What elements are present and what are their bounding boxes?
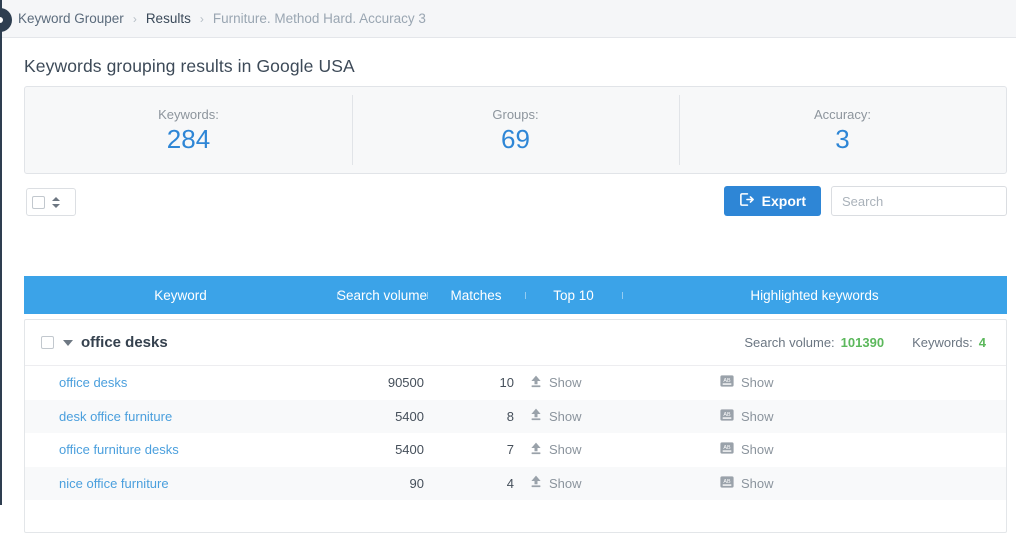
svg-text:AB: AB xyxy=(723,412,731,418)
export-button-label: Export xyxy=(762,193,806,209)
page-title: Keywords grouping results in Google USA xyxy=(2,38,1016,77)
cell-highlighted-keywords: AB Show xyxy=(623,409,1006,424)
highlighted-show-label: Show xyxy=(741,375,774,390)
table-toolbar: Export xyxy=(24,186,1007,230)
cell-keyword[interactable]: desk office furniture xyxy=(25,409,338,424)
search-input[interactable] xyxy=(831,186,1007,216)
table-row[interactable]: office desks 90500 10 Show xyxy=(25,366,1006,400)
highlighted-show-link[interactable]: AB Show xyxy=(720,476,774,491)
svg-text:AB: AB xyxy=(723,378,731,384)
cell-search-volume: 90 xyxy=(338,476,428,491)
cell-keyword[interactable]: office desks xyxy=(25,375,338,390)
table-row[interactable]: desk office furniture 5400 8 Show xyxy=(25,400,1006,434)
top10-show-link[interactable]: Show xyxy=(530,442,582,458)
breadcrumb-item-results[interactable]: Results xyxy=(146,11,191,26)
svg-text:AB: AB xyxy=(723,445,731,451)
upload-icon xyxy=(530,408,542,424)
summary-value-accuracy: 3 xyxy=(835,125,849,154)
checkbox-icon[interactable] xyxy=(41,336,54,349)
highlighted-show-label: Show xyxy=(741,476,774,491)
group-stats: Search volume: 101390 Keywords: 4 xyxy=(744,335,986,350)
cell-matches: 4 xyxy=(428,476,526,491)
group-search-volume: Search volume: 101390 xyxy=(744,335,884,350)
ab-keyboard-icon: AB xyxy=(720,375,734,390)
caret-down-icon[interactable] xyxy=(63,340,73,346)
group-keywords-count: Keywords: 4 xyxy=(912,335,986,350)
upload-icon xyxy=(530,442,542,458)
column-header-highlighted-keywords[interactable]: Highlighted keywords xyxy=(622,288,1007,303)
group-search-volume-value: 101390 xyxy=(841,335,884,350)
breadcrumb: Keyword Grouper › Results › Furniture. M… xyxy=(2,0,1016,38)
cell-top10: Show xyxy=(526,375,623,391)
cell-highlighted-keywords: AB Show xyxy=(623,476,1006,491)
breadcrumb-item-current: Furniture. Method Hard. Accuracy 3 xyxy=(213,11,426,26)
select-all-dropdown[interactable] xyxy=(26,188,76,216)
cell-highlighted-keywords: AB Show xyxy=(623,442,1006,457)
group-panel: office desks Search volume: 101390 Keywor… xyxy=(24,319,1007,533)
breadcrumb-separator-icon: › xyxy=(200,12,204,26)
group-header-row: office desks Search volume: 101390 Keywor… xyxy=(25,320,1006,366)
column-header-keyword[interactable]: Keyword xyxy=(24,288,337,303)
summary-label-keywords: Keywords: xyxy=(158,107,219,122)
highlighted-show-link[interactable]: AB Show xyxy=(720,442,774,457)
top10-show-link[interactable]: Show xyxy=(530,375,582,391)
table-row[interactable]: nice office furniture 90 4 Show xyxy=(25,467,1006,501)
cell-matches: 8 xyxy=(428,409,526,424)
cell-keyword[interactable]: office furniture desks xyxy=(25,442,338,457)
highlighted-show-link[interactable]: AB Show xyxy=(720,375,774,390)
top10-show-link[interactable]: Show xyxy=(530,475,582,491)
summary-label-accuracy: Accuracy: xyxy=(814,107,871,122)
column-header-matches[interactable]: Matches xyxy=(427,288,525,303)
top10-show-label: Show xyxy=(549,442,582,457)
highlighted-show-link[interactable]: AB Show xyxy=(720,409,774,424)
checkbox-icon[interactable] xyxy=(32,196,45,209)
group-keywords-value: 4 xyxy=(979,335,986,350)
cell-top10: Show xyxy=(526,442,623,458)
breadcrumb-separator-icon: › xyxy=(133,12,137,26)
summary-label-groups: Groups: xyxy=(492,107,538,122)
highlighted-show-label: Show xyxy=(741,442,774,457)
top10-show-label: Show xyxy=(549,409,582,424)
breadcrumb-item-keyword-grouper[interactable]: Keyword Grouper xyxy=(18,11,124,26)
summary-cell-groups: Groups: 69 xyxy=(352,87,679,173)
cell-highlighted-keywords: AB Show xyxy=(623,375,1006,390)
svg-text:AB: AB xyxy=(723,479,731,485)
export-button[interactable]: Export xyxy=(724,186,821,216)
left-sidebar-edge xyxy=(0,0,2,505)
summary-panel: Keywords: 284 Groups: 69 Accuracy: 3 xyxy=(24,86,1007,174)
column-header-top10[interactable]: Top 10 xyxy=(525,288,622,303)
spinner-icon[interactable] xyxy=(50,197,62,208)
top10-show-label: Show xyxy=(549,476,582,491)
table-header-row: Keyword Search volume Matches Top 10 Hig… xyxy=(24,276,1007,314)
ab-keyboard-icon: AB xyxy=(720,476,734,491)
upload-icon xyxy=(530,375,542,391)
summary-cell-keywords: Keywords: 284 xyxy=(25,87,352,173)
ab-keyboard-icon: AB xyxy=(720,409,734,424)
cell-search-volume: 90500 xyxy=(338,375,428,390)
ab-keyboard-icon: AB xyxy=(720,442,734,457)
cell-top10: Show xyxy=(526,475,623,491)
cell-keyword[interactable]: nice office furniture xyxy=(25,476,338,491)
page-content: Keywords grouping results in Google USA … xyxy=(2,38,1016,505)
cell-matches: 10 xyxy=(428,375,526,390)
export-icon xyxy=(739,192,754,210)
summary-value-groups: 69 xyxy=(501,125,530,154)
table-row[interactable]: office furniture desks 5400 7 Show xyxy=(25,433,1006,467)
highlighted-show-label: Show xyxy=(741,409,774,424)
group-search-volume-label: Search volume: xyxy=(744,335,834,350)
column-header-search-volume[interactable]: Search volume xyxy=(337,288,427,303)
summary-value-keywords: 284 xyxy=(167,125,210,154)
summary-cell-accuracy: Accuracy: 3 xyxy=(679,87,1006,173)
cell-search-volume: 5400 xyxy=(338,442,428,457)
top10-show-link[interactable]: Show xyxy=(530,408,582,424)
cell-matches: 7 xyxy=(428,442,526,457)
upload-icon xyxy=(530,475,542,491)
group-name[interactable]: office desks xyxy=(81,334,168,351)
group-keywords-label: Keywords: xyxy=(912,335,973,350)
cell-top10: Show xyxy=(526,408,623,424)
top10-show-label: Show xyxy=(549,375,582,390)
cell-search-volume: 5400 xyxy=(338,409,428,424)
